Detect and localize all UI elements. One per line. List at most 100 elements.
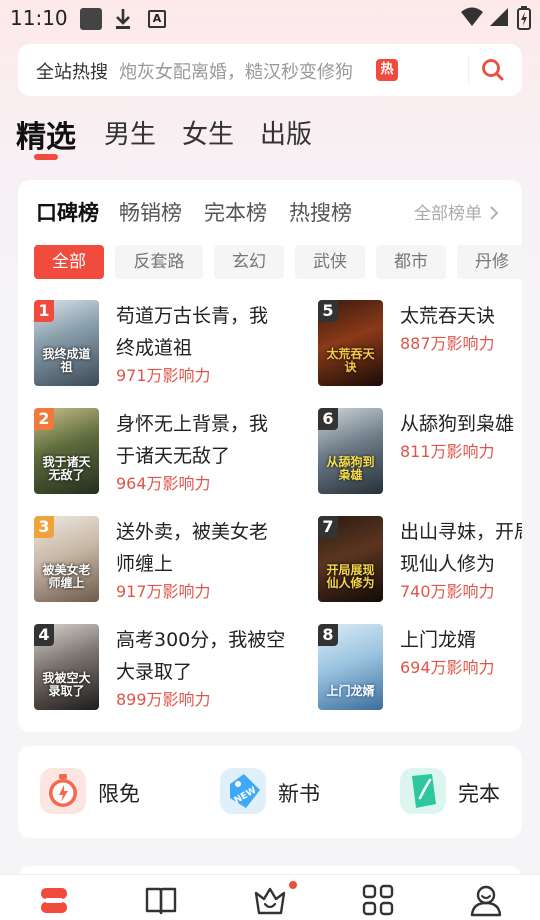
cover-title: 上门龙婿 xyxy=(326,684,375,698)
book-title: 送外卖，被美女老师缠上 xyxy=(116,521,269,575)
book-item[interactable]: 3 被美女老师缠上 送外卖，被美女老师缠上 917万影响力 xyxy=(34,516,284,602)
book-cover: 1 我终成道祖 xyxy=(34,300,99,386)
book-cover: 3 被美女老师缠上 xyxy=(34,516,99,602)
book-influence: 964万影响力 xyxy=(116,474,211,493)
signal-icon xyxy=(490,8,508,26)
book-influence: 811万影响力 xyxy=(400,442,495,461)
top-tabs: 精选 男生 女生 出版 xyxy=(0,108,540,168)
shortcut-label: 完本 xyxy=(458,782,500,806)
search-bar[interactable]: 全站热搜 炮灰女配离婚，糙汉秒变修狗 热 xyxy=(18,44,522,96)
tab-indicator xyxy=(34,154,58,160)
wifi-icon xyxy=(461,7,483,26)
chip-alchemy[interactable]: 丹修 xyxy=(457,245,522,279)
tab-bestseller-list[interactable]: 畅销榜 xyxy=(119,197,182,227)
screen-record-icon xyxy=(80,8,102,30)
search-hint[interactable]: 炮灰女配离婚，糙汉秒变修狗 xyxy=(119,58,353,84)
book-title: 苟道万古长青，我终成道祖 xyxy=(116,305,269,359)
stopwatch-icon xyxy=(40,768,86,814)
rank-number: 1 xyxy=(34,300,54,322)
shortcut-new[interactable]: NEW 新书 xyxy=(220,766,340,816)
cover-title: 被美女老师缠上 xyxy=(42,563,91,590)
book-title: 太荒吞天诀 xyxy=(400,305,496,327)
book-cover: 2 我于诸天无敌了 xyxy=(34,408,99,494)
cover-title: 开局展现仙人修为 xyxy=(326,563,375,590)
book-cover: 7 开局展现仙人修为 xyxy=(318,516,383,602)
book-title: 出山寻妹，开局展现仙人修为 xyxy=(400,521,522,575)
battery-charging-icon xyxy=(517,6,531,30)
book-influence: 971万影响力 xyxy=(116,366,211,385)
book-item[interactable]: 2 我于诸天无敌了 身怀无上背景，我于诸天无敌了 964万影响力 xyxy=(34,408,284,494)
cover-title: 太荒吞天诀 xyxy=(326,347,375,374)
crown-icon[interactable] xyxy=(253,883,287,917)
book-influence: 740万影响力 xyxy=(400,582,495,601)
book-title: 上门龙婿 xyxy=(400,629,477,651)
tab-female[interactable]: 女生 xyxy=(182,114,234,151)
book-item[interactable]: 7 开局展现仙人修为 出山寻妹，开局展现仙人修为 740万影响力 xyxy=(318,516,522,602)
book-influence: 887万影响力 xyxy=(400,334,495,353)
cover-title: 我被空大录取了 xyxy=(42,671,91,698)
tab-male[interactable]: 男生 xyxy=(104,114,156,151)
book-cover: 6 从舔狗到枭雄 xyxy=(318,408,383,494)
rank-number: 2 xyxy=(34,408,54,430)
book-cover: 4 我被空大录取了 xyxy=(34,624,99,710)
book-item[interactable]: 4 我被空大录取了 高考300分，我被空大录取了 899万影响力 xyxy=(34,624,286,710)
ranking-card: 口碑榜 畅销榜 完本榜 热搜榜 全部榜单 全部 反套路 玄幻 武侠 都市 丹修 … xyxy=(18,180,522,732)
tab-hot-search-list[interactable]: 热搜榜 xyxy=(289,197,352,227)
search-icon[interactable] xyxy=(481,58,505,82)
rank-number: 8 xyxy=(318,624,338,646)
status-bar: 11:10 A xyxy=(0,0,540,36)
cover-title: 我终成道祖 xyxy=(42,347,91,374)
chip-martial[interactable]: 武侠 xyxy=(295,245,365,279)
cover-title: 我于诸天无敌了 xyxy=(42,455,91,482)
book-cover: 8 上门龙婿 xyxy=(318,624,383,710)
book-cover: 5 太荒吞天诀 xyxy=(318,300,383,386)
book-title: 从舔狗到枭雄 xyxy=(400,413,515,435)
tab-completed-list[interactable]: 完本榜 xyxy=(204,197,267,227)
chip-anti-routine[interactable]: 反套路 xyxy=(115,245,203,279)
book-title: 身怀无上背景，我于诸天无敌了 xyxy=(116,413,269,467)
shortcut-card: 限免 NEW 新书 完本 xyxy=(18,746,522,838)
bottom-nav xyxy=(0,874,540,920)
book-complete-icon xyxy=(400,768,446,814)
rank-number: 7 xyxy=(318,516,338,538)
notification-dot xyxy=(289,881,297,889)
grid-icon[interactable] xyxy=(361,883,395,917)
status-time: 11:10 xyxy=(10,6,68,30)
download-icon xyxy=(116,9,130,29)
book-influence: 694万影响力 xyxy=(400,658,495,677)
font-a-icon: A xyxy=(148,10,166,28)
bookstore-icon[interactable] xyxy=(37,883,71,917)
tab-reputation-list[interactable]: 口碑榜 xyxy=(36,197,99,227)
chip-urban[interactable]: 都市 xyxy=(376,245,446,279)
rank-number: 3 xyxy=(34,516,54,538)
chip-fantasy[interactable]: 玄幻 xyxy=(214,245,284,279)
tab-publish[interactable]: 出版 xyxy=(260,114,312,151)
book-influence: 899万影响力 xyxy=(116,690,211,709)
new-tag-icon: NEW xyxy=(220,768,266,814)
shortcut-label: 限免 xyxy=(98,782,140,806)
all-lists-label: 全部榜单 xyxy=(414,204,482,224)
rank-number: 6 xyxy=(318,408,338,430)
book-item[interactable]: 6 从舔狗到枭雄 从舔狗到枭雄 811万影响力 xyxy=(318,408,522,494)
cover-title: 从舔狗到枭雄 xyxy=(326,455,375,482)
tab-featured[interactable]: 精选 xyxy=(16,112,76,156)
book-item[interactable]: 8 上门龙婿 上门龙婿 694万影响力 xyxy=(318,624,522,710)
open-book-icon[interactable] xyxy=(144,883,178,917)
book-title: 高考300分，我被空大录取了 xyxy=(116,629,286,683)
shortcut-free[interactable]: 限免 xyxy=(40,766,160,816)
search-divider xyxy=(468,56,469,84)
search-label: 全站热搜 xyxy=(36,62,108,83)
book-item[interactable]: 1 我终成道祖 苟道万古长青，我终成道祖 971万影响力 xyxy=(34,300,284,386)
chevron-right-icon xyxy=(490,206,499,220)
chip-all[interactable]: 全部 xyxy=(34,245,104,279)
person-icon[interactable] xyxy=(469,883,503,917)
book-influence: 917万影响力 xyxy=(116,582,211,601)
shortcut-completed[interactable]: 完本 xyxy=(400,766,520,816)
shortcut-label: 新书 xyxy=(278,782,320,806)
all-lists-link[interactable]: 全部榜单 xyxy=(414,199,499,224)
genre-chips: 全部 反套路 玄幻 武侠 都市 丹修 xyxy=(34,245,522,279)
rank-number: 4 xyxy=(34,624,54,646)
rank-number: 5 xyxy=(318,300,338,322)
book-item[interactable]: 5 太荒吞天诀 太荒吞天诀 887万影响力 xyxy=(318,300,522,386)
hot-badge: 热 xyxy=(376,59,398,81)
